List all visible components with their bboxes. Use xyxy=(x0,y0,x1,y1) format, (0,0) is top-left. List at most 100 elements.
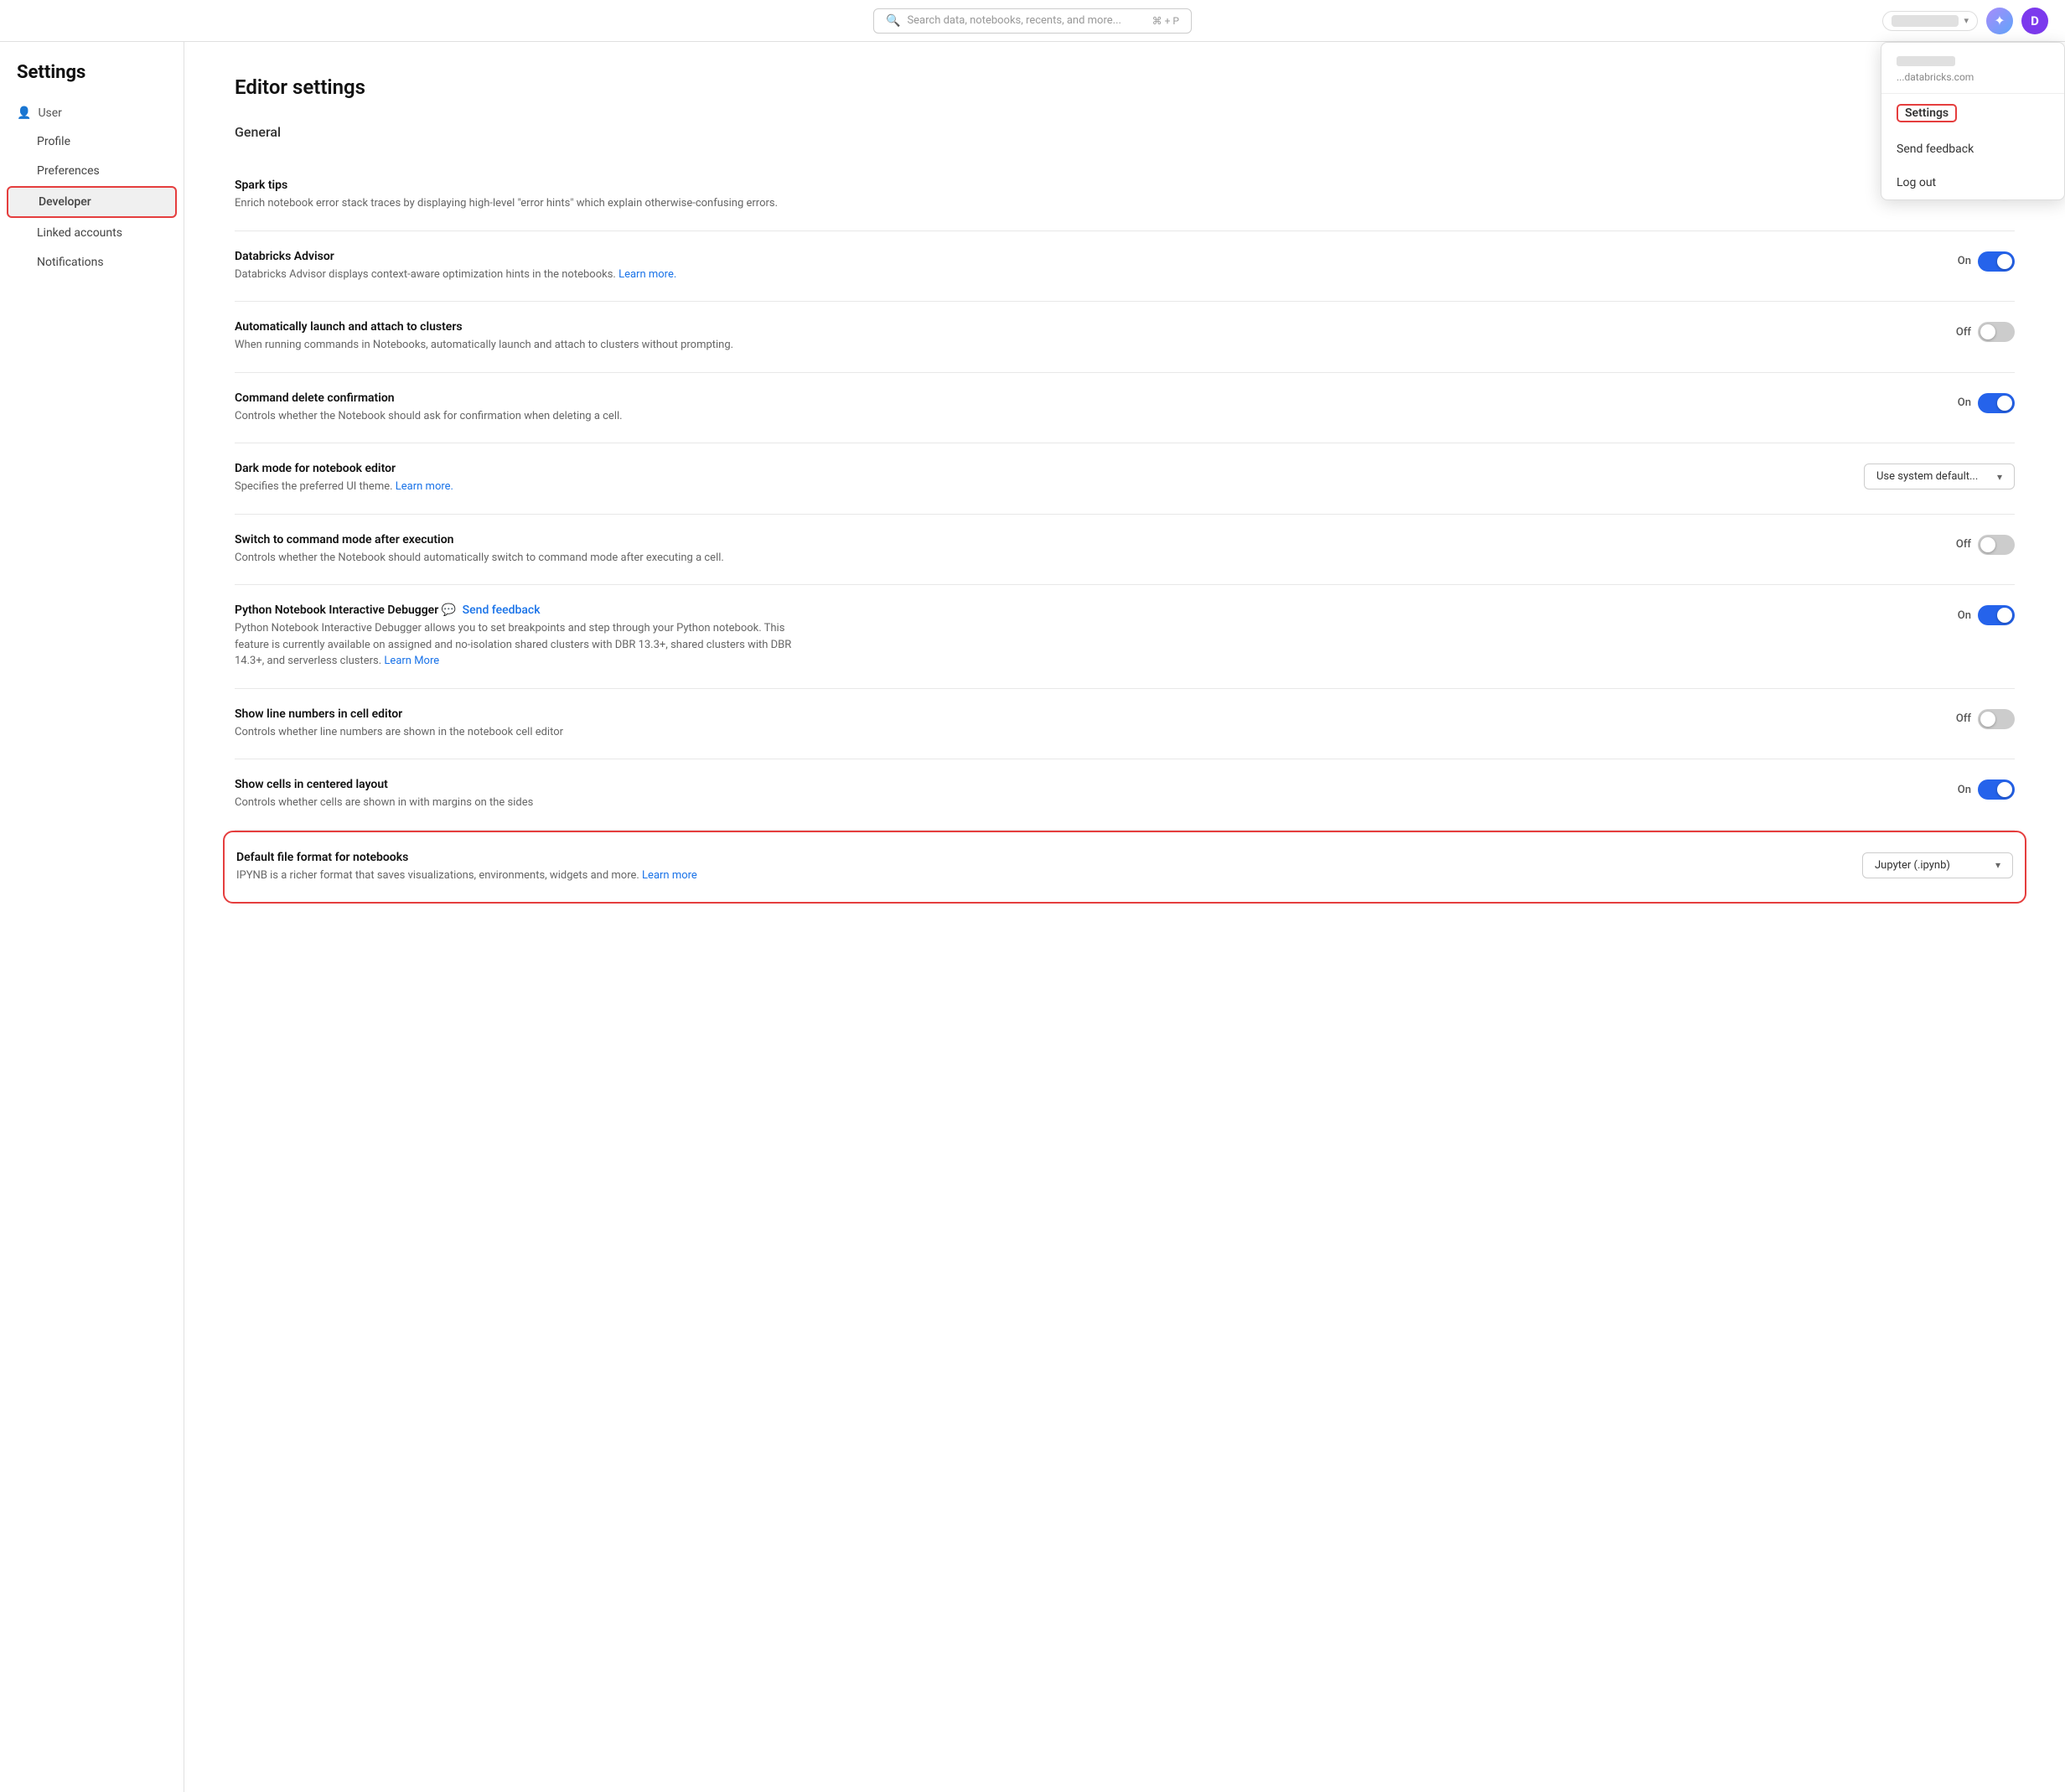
setting-desc-centered-layout: Controls whether cells are shown in with… xyxy=(235,795,805,811)
search-placeholder: Search data, notebooks, recents, and mor… xyxy=(907,14,1121,27)
auto-launch-label: Off xyxy=(1956,326,1971,339)
setting-desc-python-debugger: Python Notebook Interactive Debugger all… xyxy=(235,620,805,670)
main-content: Editor settings General Spark tips Enric… xyxy=(184,42,2065,1792)
setting-desc-command-delete: Controls whether the Notebook should ask… xyxy=(235,408,805,425)
sidebar-item-developer[interactable]: Developer xyxy=(7,186,177,218)
setting-control-default-file-format: Jupyter (.ipynb) ▾ xyxy=(1862,851,2013,878)
command-delete-label: On xyxy=(1958,396,1971,409)
toggle-knob xyxy=(1980,712,1995,727)
user-chip-label xyxy=(1892,15,1959,27)
toggle-knob xyxy=(1997,254,2012,269)
dark-mode-learn-more-link[interactable]: Learn more. xyxy=(396,480,453,493)
avatar[interactable]: D xyxy=(2021,8,2048,34)
setting-row-dark-mode: Dark mode for notebook editor Specifies … xyxy=(235,443,2015,515)
setting-control-python-debugger: On xyxy=(1958,603,2015,625)
dropdown-item-send-feedback[interactable]: Send feedback xyxy=(1881,132,2064,166)
setting-info-auto-launch: Automatically launch and attach to clust… xyxy=(235,320,805,354)
setting-control-command-mode: Off xyxy=(1956,533,2015,555)
setting-name-databricks-advisor: Databricks Advisor xyxy=(235,250,805,263)
setting-row-command-delete: Command delete confirmation Controls whe… xyxy=(235,373,2015,444)
toggle-knob xyxy=(1980,324,1995,339)
setting-desc-line-numbers: Controls whether line numbers are shown … xyxy=(235,724,805,741)
command-delete-toggle[interactable] xyxy=(1978,393,2015,413)
chevron-down-icon: ▾ xyxy=(1995,859,2000,871)
setting-row-centered-layout: Show cells in centered layout Controls w… xyxy=(235,759,2015,831)
sidebar: Settings 👤 User Profile Preferences Deve… xyxy=(0,42,184,1792)
setting-desc-databricks-advisor: Databricks Advisor displays context-awar… xyxy=(235,267,805,283)
sparkle-button[interactable]: ✦ xyxy=(1986,8,2013,34)
setting-info-spark-tips: Spark tips Enrich notebook error stack t… xyxy=(235,179,805,212)
databricks-advisor-learn-more-link[interactable]: Learn more. xyxy=(618,268,676,281)
setting-row-line-numbers: Show line numbers in cell editor Control… xyxy=(235,689,2015,760)
dark-mode-dropdown[interactable]: Use system default... ▾ xyxy=(1864,464,2015,489)
setting-name-python-debugger: Python Notebook Interactive Debugger 💬 S… xyxy=(235,603,805,617)
setting-info-databricks-advisor: Databricks Advisor Databricks Advisor di… xyxy=(235,250,805,283)
toggle-knob xyxy=(1980,537,1995,552)
setting-desc-spark-tips: Enrich notebook error stack traces by di… xyxy=(235,195,805,212)
sparkle-icon: ✦ xyxy=(1994,13,2005,28)
setting-info-dark-mode: Dark mode for notebook editor Specifies … xyxy=(235,462,805,495)
setting-name-auto-launch: Automatically launch and attach to clust… xyxy=(235,320,805,334)
setting-name-spark-tips: Spark tips xyxy=(235,179,805,192)
setting-name-centered-layout: Show cells in centered layout xyxy=(235,778,805,791)
user-icon: 👤 xyxy=(17,106,31,120)
toggle-knob xyxy=(1997,608,2012,623)
dropdown-item-log-out[interactable]: Log out xyxy=(1881,166,2064,199)
dropdown-domain: ...databricks.com xyxy=(1897,71,2049,83)
setting-desc-dark-mode: Specifies the preferred UI theme. Learn … xyxy=(235,479,805,495)
default-file-format-dropdown[interactable]: Jupyter (.ipynb) ▾ xyxy=(1862,852,2013,878)
sidebar-item-linked-accounts[interactable]: Linked accounts xyxy=(7,219,177,247)
user-dropdown-overlay: ...databricks.com Settings Send feedback… xyxy=(1881,42,2065,200)
setting-control-databricks-advisor: On xyxy=(1958,250,2015,272)
setting-row-default-file-format: Default file format for notebooks IPYNB … xyxy=(223,831,2026,904)
setting-info-line-numbers: Show line numbers in cell editor Control… xyxy=(235,707,805,741)
command-mode-toggle[interactable] xyxy=(1978,535,2015,555)
page-title: Editor settings xyxy=(235,75,2015,99)
sidebar-item-notifications[interactable]: Notifications xyxy=(7,248,177,277)
setting-control-line-numbers: Off xyxy=(1956,707,2015,729)
search-icon: 🔍 xyxy=(886,14,900,28)
setting-row-python-debugger: Python Notebook Interactive Debugger 💬 S… xyxy=(235,585,2015,689)
line-numbers-toggle[interactable] xyxy=(1978,709,2015,729)
sidebar-user-section: 👤 User xyxy=(0,100,184,127)
setting-name-line-numbers: Show line numbers in cell editor xyxy=(235,707,805,721)
setting-info-python-debugger: Python Notebook Interactive Debugger 💬 S… xyxy=(235,603,805,670)
layout: Settings 👤 User Profile Preferences Deve… xyxy=(0,42,2065,1792)
python-debugger-toggle[interactable] xyxy=(1978,605,2015,625)
dropdown-email xyxy=(1897,56,2049,69)
setting-control-centered-layout: On xyxy=(1958,778,2015,800)
default-file-format-learn-more-link[interactable]: Learn more xyxy=(642,869,697,882)
sidebar-title: Settings xyxy=(0,62,184,100)
auto-launch-toggle[interactable] xyxy=(1978,322,2015,342)
top-right-controls: ▾ ✦ D xyxy=(1882,8,2048,34)
setting-control-command-delete: On xyxy=(1958,391,2015,413)
databricks-advisor-toggle[interactable] xyxy=(1978,251,2015,272)
setting-name-command-delete: Command delete confirmation xyxy=(235,391,805,405)
sidebar-item-profile[interactable]: Profile xyxy=(7,127,177,156)
setting-row-auto-launch: Automatically launch and attach to clust… xyxy=(235,302,2015,373)
section-title: General xyxy=(235,124,2015,140)
setting-name-command-mode: Switch to command mode after execution xyxy=(235,533,805,546)
setting-info-centered-layout: Show cells in centered layout Controls w… xyxy=(235,778,805,811)
setting-row-spark-tips: Spark tips Enrich notebook error stack t… xyxy=(235,160,2015,231)
search-box[interactable]: 🔍 Search data, notebooks, recents, and m… xyxy=(873,8,1192,34)
chevron-down-icon: ▾ xyxy=(1964,15,1969,26)
setting-row-databricks-advisor: Databricks Advisor Databricks Advisor di… xyxy=(235,231,2015,303)
python-debugger-learn-more-link[interactable]: Learn More xyxy=(384,655,439,667)
user-chip[interactable]: ▾ xyxy=(1882,11,1978,31)
python-debugger-label: On xyxy=(1958,609,1971,622)
centered-layout-label: On xyxy=(1958,784,1971,796)
sidebar-item-preferences[interactable]: Preferences xyxy=(7,157,177,185)
chevron-down-icon: ▾ xyxy=(1997,471,2002,483)
databricks-advisor-label: On xyxy=(1958,255,1971,267)
setting-desc-default-file-format: IPYNB is a richer format that saves visu… xyxy=(236,868,806,884)
setting-name-default-file-format: Default file format for notebooks xyxy=(236,851,806,864)
setting-desc-auto-launch: When running commands in Notebooks, auto… xyxy=(235,337,805,354)
centered-layout-toggle[interactable] xyxy=(1978,779,2015,800)
python-debugger-feedback-link[interactable]: Send feedback xyxy=(463,603,541,617)
setting-desc-command-mode: Controls whether the Notebook should aut… xyxy=(235,550,805,567)
dropdown-item-settings[interactable]: Settings xyxy=(1881,94,2064,132)
setting-control-auto-launch: Off xyxy=(1956,320,2015,342)
setting-info-command-mode: Switch to command mode after execution C… xyxy=(235,533,805,567)
toggle-knob xyxy=(1997,782,2012,797)
